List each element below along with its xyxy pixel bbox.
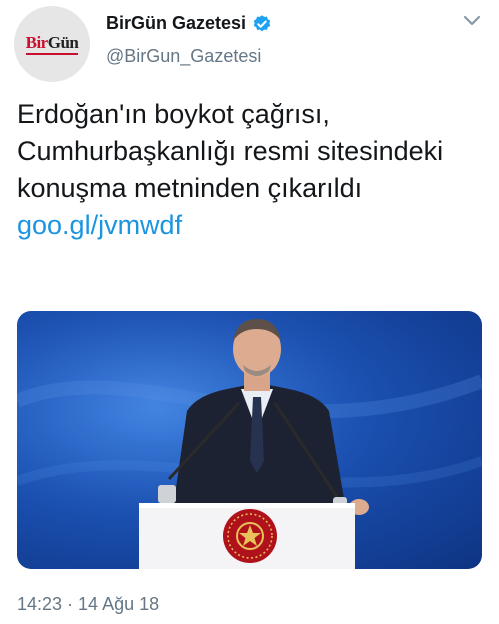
tweet-text: Erdoğan'ın boykot çağrısı, Cumhurbaşkanl… bbox=[17, 99, 444, 203]
handle[interactable]: @BirGun_Gazetesi bbox=[106, 46, 261, 67]
tweet-link[interactable]: goo.gl/jvmwdf bbox=[17, 207, 487, 244]
author-name-row: BirGün Gazetesi bbox=[106, 13, 272, 34]
speaker-photo-illustration bbox=[17, 311, 482, 569]
tweet-body: Erdoğan'ın boykot çağrısı, Cumhurbaşkanl… bbox=[17, 96, 487, 244]
display-name[interactable]: BirGün Gazetesi bbox=[106, 13, 246, 34]
verified-badge-icon bbox=[253, 14, 271, 31]
avatar[interactable]: BirGün bbox=[14, 6, 90, 82]
tweet-media-image[interactable] bbox=[17, 311, 482, 569]
tweet-timestamp[interactable]: 14:23 · 14 Ağu 18 bbox=[17, 594, 159, 615]
chevron-down-icon[interactable] bbox=[462, 14, 482, 28]
birgun-logo: BirGün bbox=[25, 33, 79, 55]
